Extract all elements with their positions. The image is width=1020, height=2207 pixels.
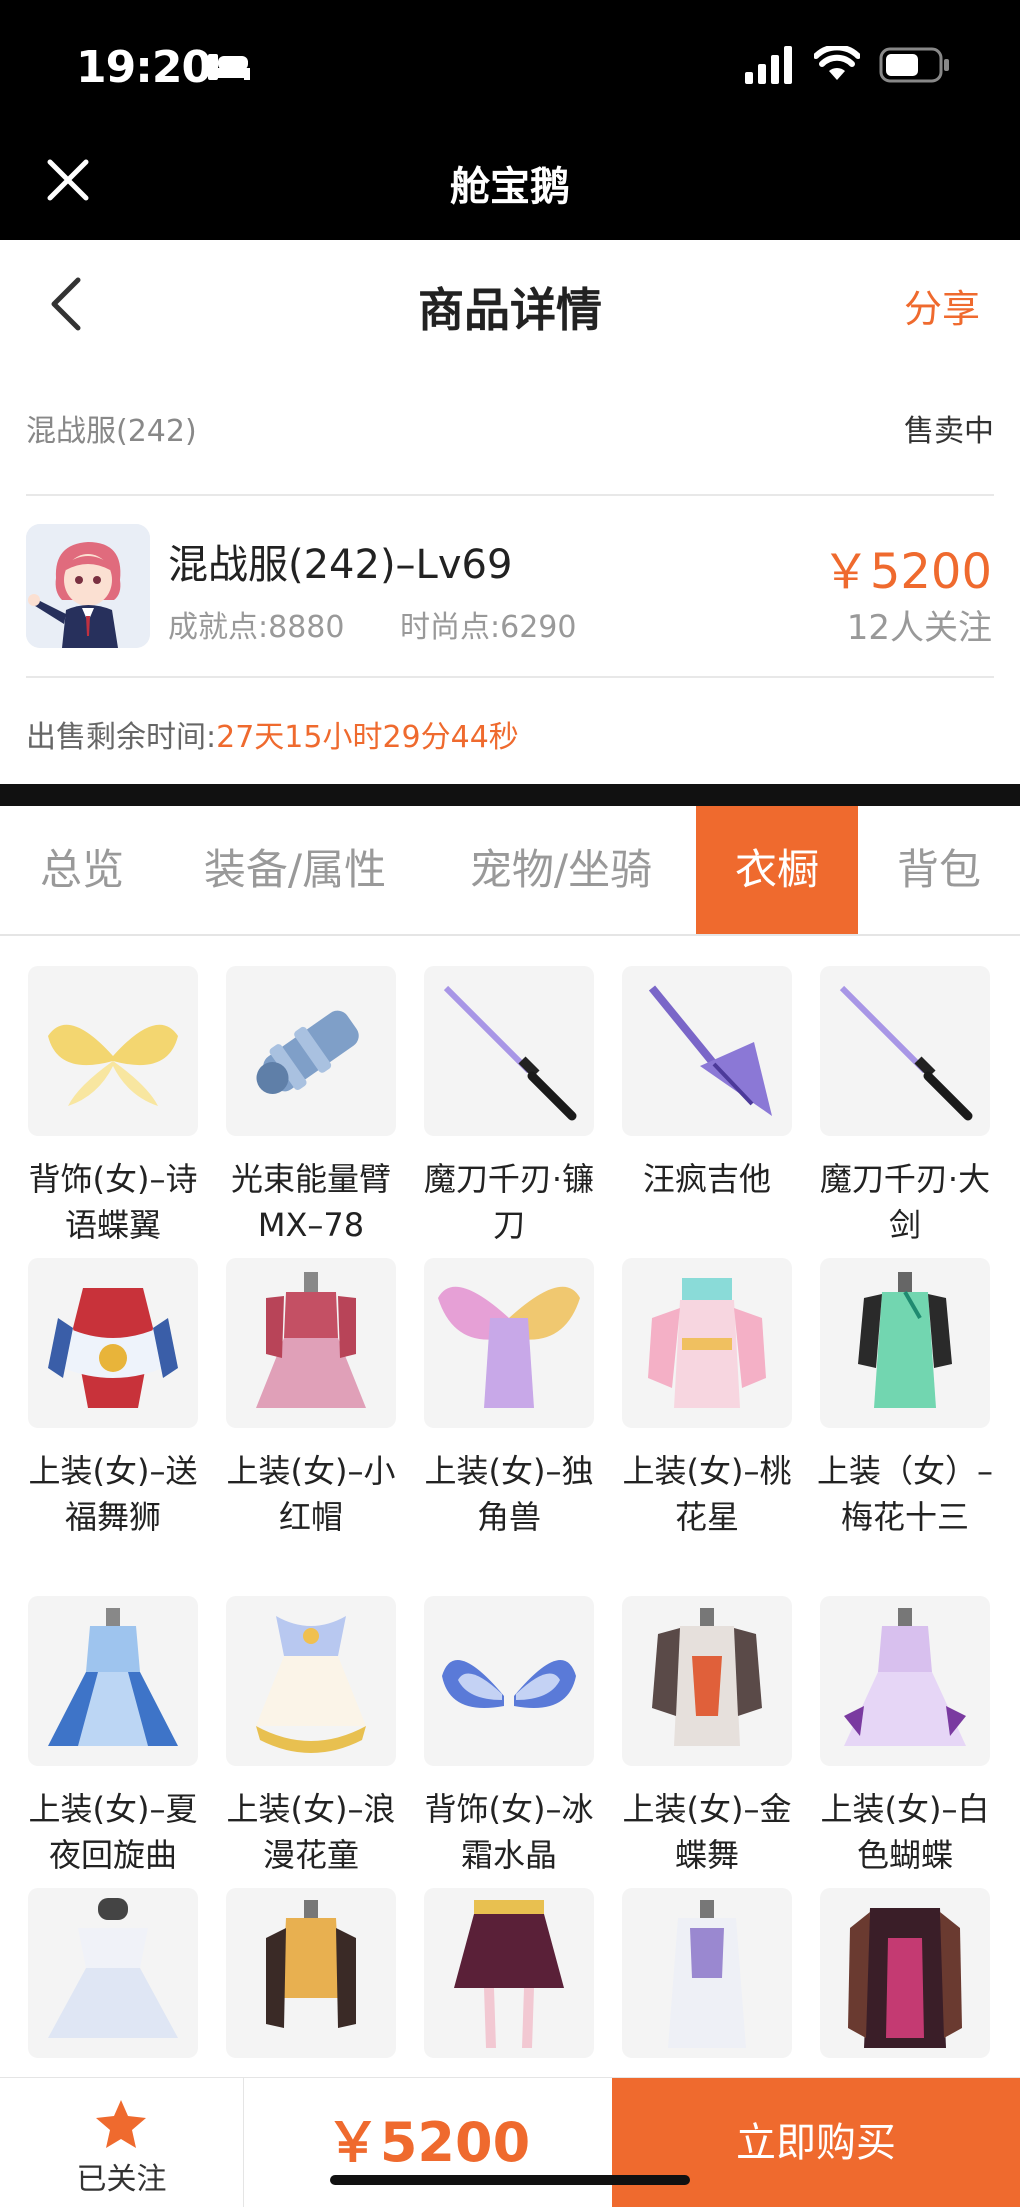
timer-value: 27天15小时29分44秒 [216,720,519,755]
lilac-gown-icon [820,1596,990,1766]
battery-icon [879,47,949,83]
red-dress-icon [226,1258,396,1428]
unicorn-outfit-icon [424,1258,594,1428]
server-row: 混战服(242) 售卖中 [26,406,994,456]
wardrobe-item-label: 魔刀千刃·镰刀 [423,1160,595,1244]
lion-dress-icon [28,1258,198,1428]
share-button[interactable]: 分享 [904,278,980,333]
app-bar: 舱宝鹅 [0,136,1020,240]
follow-button[interactable]: 已关注 [0,2078,244,2207]
item-price: ￥5200 [821,544,992,600]
wifi-icon [814,46,860,80]
item-name: 混战服(242)–Lv69 [168,542,513,588]
divider [26,494,994,496]
app-title: 舱宝鹅 [450,164,570,210]
white-coat-icon [622,1888,792,2058]
tab-overview[interactable]: 总览 [0,806,164,934]
wardrobe-item-label: 上装（女）–梅花十三 [816,1452,993,1536]
server-name: 混战服(242) [26,414,197,449]
bottom-bar: 已关注 ￥5200 立即购买 [0,2077,1020,2207]
wardrobe-item-label: 魔刀千刃·大剑 [819,1160,991,1244]
sleep-mode-icon [208,54,250,80]
tab-bar: 总览 装备/属性 宠物/坐骑 衣橱 背包 [0,806,1020,936]
wardrobe-item-label: 上装(女)–送福舞狮 [28,1452,198,1536]
tab-equipment[interactable]: 装备/属性 [164,806,426,934]
status-bar: 19:20 [0,0,1020,136]
wardrobe-grid: 背饰(女)–诗语蝶翼 光束能量臂MX–78 魔刀千刃·镰刀 汪疯吉他 魔刀千刃·… [0,936,1020,2080]
dark-outfit-icon [820,1888,990,2058]
watcher-count: 12人关注 [846,608,992,648]
white-gown-icon [28,1888,198,2058]
divider [26,676,994,678]
katana-icon [424,966,594,1136]
bottom-price: ￥5200 [325,2111,531,2174]
guitar-icon [622,966,792,1136]
qipao-icon [820,1258,990,1428]
signal-icon [745,46,792,84]
timer-label: 出售剩余时间: [26,720,217,755]
wardrobe-item-label: 上装(女)–白色蝴蝶 [820,1790,990,1874]
section-divider [0,784,1020,806]
pink-skirt-icon [424,1888,594,2058]
achievement-points: 成就点:8880 [168,610,345,645]
gold-outfit-icon [622,1596,792,1766]
wardrobe-item-label: 光束能量臂MX–78 [230,1160,391,1244]
tab-pets[interactable]: 宠物/坐骑 [426,806,696,934]
status-time: 19:20 [76,42,212,93]
wardrobe-item-label: 上装(女)–浪漫花童 [226,1790,396,1874]
wardrobe-item-label: 背饰(女)–诗语蝶翼 [28,1160,198,1244]
wardrobe-item-label: 上装(女)–金蝶舞 [622,1790,792,1874]
sale-status: 售卖中 [904,414,994,449]
character-avatar [26,524,150,648]
energy-arm-icon [226,966,396,1136]
nav-bar: 商品详情 分享 [0,240,1020,364]
wardrobe-item-label: 背饰(女)–冰霜水晶 [424,1790,594,1874]
tab-backpack[interactable]: 背包 [858,806,1020,934]
wardrobe-item-label: 上装(女)–小红帽 [226,1452,396,1536]
tab-wardrobe[interactable]: 衣橱 [696,806,858,934]
sale-timer: 出售剩余时间:27天15小时29分44秒 [26,712,519,756]
wardrobe-item-label: 汪疯吉他 [642,1160,771,1198]
wardrobe-item-label: 上装(女)–夏夜回旋曲 [28,1790,198,1874]
peach-dress-icon [622,1258,792,1428]
blue-gown-icon [28,1596,198,1766]
flower-dress-icon [226,1596,396,1766]
screen: { "status_bar": {"time": "19:20"}, "app_… [0,0,1020,2207]
home-indicator [330,2175,690,2185]
page-title: 商品详情 [418,283,602,337]
buy-now-button[interactable]: 立即购买 [612,2078,1020,2207]
wardrobe-item-label: 上装(女)–桃花星 [622,1452,792,1536]
gold-top-icon [226,1888,396,2058]
katana-icon [820,966,990,1136]
fashion-points: 时尚点:6290 [400,610,577,645]
follow-label: 已关注 [76,2162,167,2197]
ice-wings-icon [424,1596,594,1766]
butterfly-wings-icon [28,966,198,1136]
star-icon [96,2100,146,2148]
wardrobe-item-label: 上装(女)–独角兽 [424,1452,594,1536]
